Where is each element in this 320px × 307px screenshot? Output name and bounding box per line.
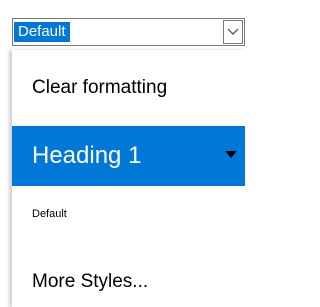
chevron-down-icon [227,28,239,35]
paragraph-style-combobox[interactable]: Default [12,18,245,46]
combobox-value[interactable]: Default [14,22,70,42]
menu-item-default[interactable]: Default [12,202,245,226]
menu-item-label: Heading 1 [32,142,142,169]
style-dropdown-list: Clear formatting Heading 1 Default More … [12,50,245,307]
menu-item-heading-1[interactable]: Heading 1 [12,126,245,186]
triangle-down-icon[interactable] [225,151,237,159]
menu-item-more-styles[interactable]: More Styles... [12,262,245,302]
menu-item-label: Clear formatting [32,77,168,98]
menu-item-clear-formatting[interactable]: Clear formatting [12,68,245,108]
menu-item-label: Default [32,208,67,220]
style-picker: Default Clear formatting Heading 1 Defau… [0,0,245,307]
dropdown-button[interactable] [223,20,243,44]
menu-item-label: More Styles... [32,271,149,292]
